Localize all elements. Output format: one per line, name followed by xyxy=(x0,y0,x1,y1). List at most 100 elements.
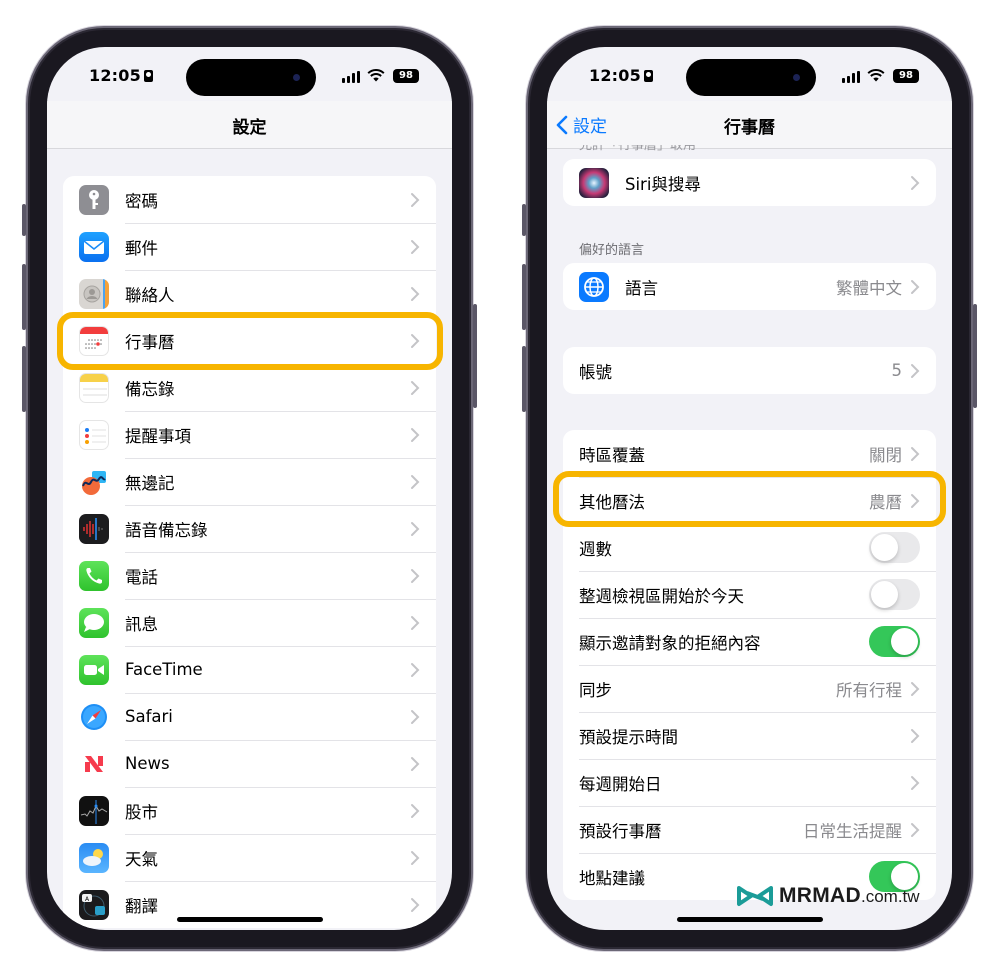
facetime-icon xyxy=(79,654,109,685)
row-label: 郵件 xyxy=(125,238,158,258)
toggle-knob xyxy=(871,534,898,561)
toggle-switch[interactable] xyxy=(869,532,920,563)
action-button xyxy=(522,204,526,236)
settings-item-mail[interactable]: 郵件 xyxy=(63,223,436,270)
chevron-right-icon xyxy=(411,850,420,865)
calendar-setting-row[interactable]: 預設提示時間 xyxy=(563,712,936,759)
settings-item-weather[interactable]: 天氣 xyxy=(63,834,436,881)
chevron-right-icon xyxy=(911,175,920,190)
settings-item-facetime[interactable]: FaceTime xyxy=(63,646,436,693)
accounts-group: 帳號 5 xyxy=(563,347,936,394)
settings-item-reminders[interactable]: 提醒事項 xyxy=(63,411,436,458)
settings-item-news[interactable]: News xyxy=(63,740,436,787)
phone-right: 12:05 98 設定 行事曆 允許「行事曆」取用 Siri與搜尋 xyxy=(522,26,977,951)
row-label: 無邊記 xyxy=(125,473,175,493)
nav-bar: 設定 行事曆 xyxy=(547,101,952,149)
watermark-domain: .com.tw xyxy=(860,887,920,906)
calendar-setting-row[interactable]: 預設行事曆 日常生活提醒 xyxy=(563,806,936,853)
phone-icon xyxy=(79,560,109,591)
settings-item-phone[interactable]: 電話 xyxy=(63,552,436,599)
language-group: 語言 繁體中文 xyxy=(563,263,936,310)
stocks-icon xyxy=(79,795,109,826)
settings-item-freeform[interactable]: 無邊記 xyxy=(63,458,436,505)
messages-icon xyxy=(79,607,109,638)
calendar-setting-row[interactable]: 顯示邀請對象的拒絕內容 xyxy=(563,618,936,665)
chevron-right-icon xyxy=(911,279,920,294)
row-label: News xyxy=(125,754,170,773)
row-label: 聯絡人 xyxy=(125,285,175,305)
battery-icon: 98 xyxy=(393,69,419,83)
settings-item-key[interactable]: 密碼 xyxy=(63,176,436,223)
language-row[interactable]: 語言 繁體中文 xyxy=(563,263,936,310)
toggle-knob xyxy=(891,628,918,655)
dynamic-island xyxy=(186,59,316,96)
settings-item-messages[interactable]: 訊息 xyxy=(63,599,436,646)
status-bar: 12:05 98 xyxy=(547,47,952,101)
settings-item-contacts[interactable]: 聯絡人 xyxy=(63,270,436,317)
watermark: MRMAD.com.tw xyxy=(737,884,920,908)
settings-screen: 12:05 98 設定 密碼郵件聯絡人行事曆備忘錄 提醒事項無邊記語音備忘錄電話訊… xyxy=(47,47,452,930)
calendar-setting-row[interactable]: 每週開始日 xyxy=(563,759,936,806)
chevron-right-icon xyxy=(411,192,420,207)
reminders-icon xyxy=(79,419,109,450)
cellular-signal-icon xyxy=(842,71,860,83)
toggle-switch[interactable] xyxy=(869,626,920,657)
calendar-settings-group: 時區覆蓋 關閉其他曆法 農曆週數整週檢視區開始於今天 顯示邀請對象的拒絕內容 同步 所有行… xyxy=(563,430,936,900)
settings-item-safari[interactable]: Safari xyxy=(63,693,436,740)
accounts-row[interactable]: 帳號 5 xyxy=(563,347,936,394)
safari-icon xyxy=(79,701,109,732)
chevron-right-icon xyxy=(411,427,420,442)
home-indicator[interactable] xyxy=(676,917,823,922)
row-label: 預設行事曆 xyxy=(579,821,662,841)
cellular-signal-icon xyxy=(342,71,360,83)
row-label: 語言 xyxy=(625,278,658,298)
weather-icon xyxy=(79,842,109,873)
volume-down-button xyxy=(522,346,526,412)
status-time: 12:05 xyxy=(589,66,653,85)
siri-group: Siri與搜尋 xyxy=(563,159,936,206)
row-value: 5 xyxy=(891,361,903,380)
key-icon xyxy=(79,184,109,215)
row-label: 電話 xyxy=(125,567,158,587)
wifi-icon xyxy=(867,69,885,82)
row-label: 同步 xyxy=(579,680,612,700)
chevron-right-icon xyxy=(411,239,420,254)
calendar-setting-row[interactable]: 其他曆法 農曆 xyxy=(563,477,936,524)
calendar-setting-row[interactable]: 時區覆蓋 關閉 xyxy=(563,430,936,477)
settings-item-notes[interactable]: 備忘錄 xyxy=(63,364,436,411)
row-label: Safari xyxy=(125,707,173,726)
calendar-setting-row[interactable]: 整週檢視區開始於今天 xyxy=(563,571,936,618)
nav-bar: 設定 xyxy=(47,101,452,149)
chevron-right-icon xyxy=(411,286,420,301)
row-value: 農曆 xyxy=(869,492,902,512)
settings-item-stocks[interactable]: 股市 xyxy=(63,787,436,834)
focus-person-icon xyxy=(143,70,153,82)
mail-icon xyxy=(79,231,109,262)
row-value: 關閉 xyxy=(869,445,902,465)
row-value: 繁體中文 xyxy=(836,278,902,298)
toggle-switch[interactable] xyxy=(869,579,920,610)
time-text: 12:05 xyxy=(89,66,141,85)
siri-search-row[interactable]: Siri與搜尋 xyxy=(563,159,936,206)
mrmad-logo-icon xyxy=(737,886,773,906)
settings-item-voice-memos[interactable]: 語音備忘錄 xyxy=(63,505,436,552)
volume-down-button xyxy=(22,346,26,412)
row-label: 週數 xyxy=(579,539,612,559)
chevron-right-icon xyxy=(911,728,920,743)
row-label: 時區覆蓋 xyxy=(579,445,645,465)
chevron-right-icon xyxy=(411,897,420,912)
chevron-right-icon xyxy=(411,803,420,818)
page-title: 設定 xyxy=(232,118,267,138)
globe-icon xyxy=(579,271,609,302)
side-button xyxy=(973,304,977,408)
chevron-right-icon xyxy=(411,615,420,630)
calendar-setting-row[interactable]: 週數 xyxy=(563,524,936,571)
row-label: 其他曆法 xyxy=(579,492,645,512)
calendar-setting-row[interactable]: 同步 所有行程 xyxy=(563,665,936,712)
settings-item-calendar[interactable]: 行事曆 xyxy=(63,317,436,364)
calendar-icon xyxy=(79,325,109,356)
home-indicator[interactable] xyxy=(176,917,323,922)
chevron-right-icon xyxy=(411,521,420,536)
row-label: 行事曆 xyxy=(125,332,175,352)
chevron-right-icon xyxy=(911,681,920,696)
